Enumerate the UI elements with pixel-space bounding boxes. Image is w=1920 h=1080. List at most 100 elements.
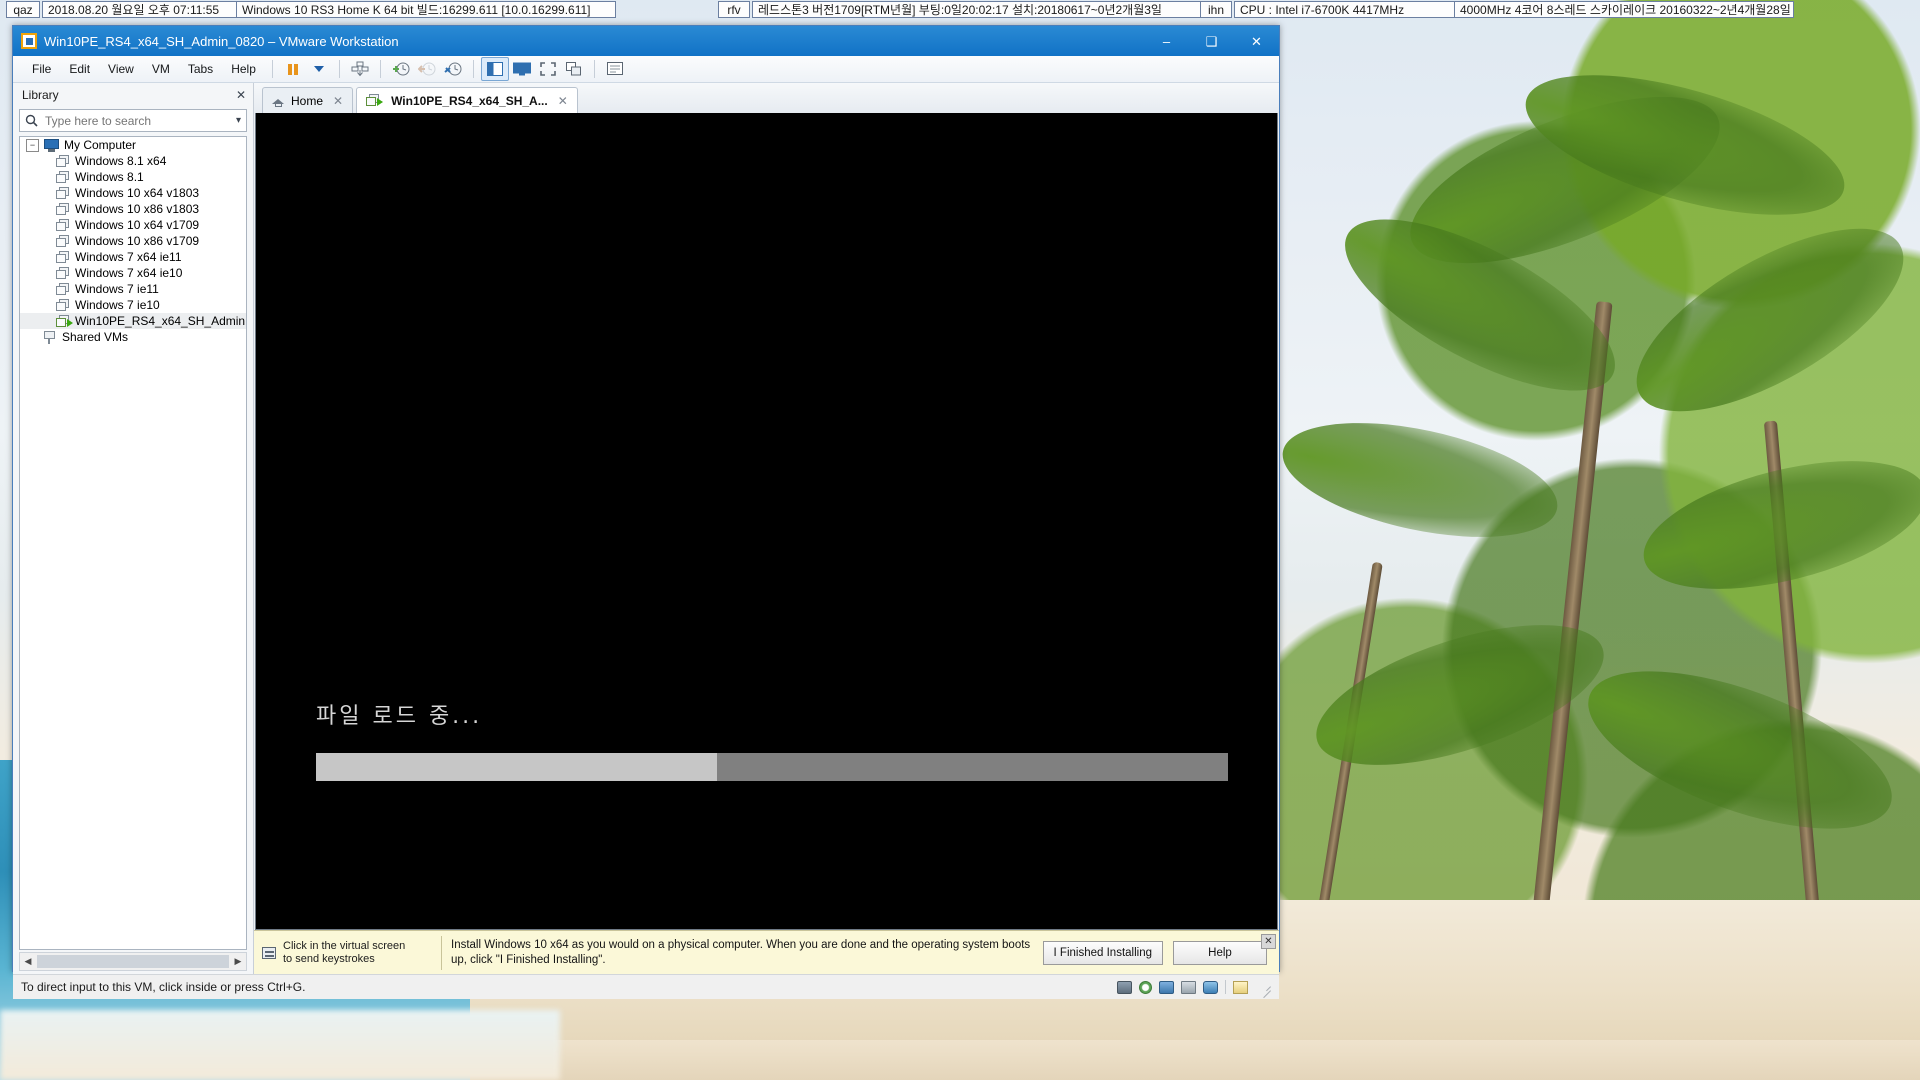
toolbar-separator bbox=[271, 60, 273, 78]
computer-icon bbox=[44, 138, 59, 152]
library-tree-item[interactable]: Windows 7 ie10 bbox=[20, 297, 246, 313]
take-snapshot-button[interactable] bbox=[388, 58, 414, 80]
tree-expander[interactable] bbox=[26, 332, 37, 343]
send-ctrl-alt-del-button[interactable] bbox=[347, 58, 373, 80]
vm-library-tree[interactable]: − My Computer Windows 8.1 x64 Windows 8.1 Wi… bbox=[19, 136, 247, 950]
snapshot-manage-icon bbox=[444, 62, 462, 76]
fullscreen-icon bbox=[540, 62, 556, 76]
power-dropdown[interactable] bbox=[306, 58, 332, 80]
window-title-bar[interactable]: Win10PE_RS4_x64_SH_Admin_0820 – VMware W… bbox=[13, 26, 1279, 56]
pause-icon bbox=[287, 64, 298, 75]
network-adapter-icon[interactable] bbox=[1159, 980, 1174, 994]
scroll-left-arrow[interactable]: ◀ bbox=[20, 954, 36, 969]
library-horizontal-scrollbar[interactable]: ◀ ▶ bbox=[19, 952, 247, 971]
sidebar-icon bbox=[486, 62, 503, 76]
library-tree-item[interactable]: Windows 7 ie11 bbox=[20, 281, 246, 297]
library-search-box[interactable]: ▾ bbox=[19, 109, 247, 132]
menu-vm[interactable]: VM bbox=[143, 59, 179, 79]
minimize-icon: – bbox=[1162, 33, 1171, 49]
library-tree-item[interactable]: − My Computer bbox=[20, 137, 246, 153]
console-view-button[interactable] bbox=[509, 58, 535, 80]
message-close-button[interactable]: ✕ bbox=[1261, 934, 1276, 949]
library-tree-item-label: Windows 8.1 x64 bbox=[75, 154, 167, 168]
wallpaper-surf bbox=[0, 1010, 560, 1080]
menu-file[interactable]: File bbox=[23, 59, 60, 79]
menu-tabs[interactable]: Tabs bbox=[179, 59, 222, 79]
keystroke-hint-line2: to send keystrokes bbox=[283, 952, 375, 965]
printer-icon[interactable] bbox=[1181, 980, 1196, 994]
vm-tab[interactable]: Win10PE_RS4_x64_SH_A... ✕ bbox=[356, 87, 578, 113]
library-tree-item[interactable]: Windows 10 x86 v1803 bbox=[20, 201, 246, 217]
library-tree-item[interactable]: Windows 7 x64 ie10 bbox=[20, 265, 246, 281]
i-finished-installing-button[interactable]: I Finished Installing bbox=[1042, 940, 1163, 965]
fullscreen-button[interactable] bbox=[535, 58, 561, 80]
vm-running-icon bbox=[366, 94, 384, 107]
message-divider bbox=[441, 935, 442, 970]
library-tree-item[interactable]: Windows 8.1 x64 bbox=[20, 153, 246, 169]
help-button[interactable]: Help bbox=[1173, 940, 1267, 965]
suspend-button[interactable] bbox=[280, 58, 306, 80]
play-badge-icon bbox=[67, 318, 73, 327]
tree-expander[interactable]: − bbox=[26, 138, 39, 152]
menu-help[interactable]: Help bbox=[222, 59, 265, 79]
info-chip-value: 4000MHz 4코어 8스레드 스카이레이크 20160322~2년4개월28… bbox=[1454, 1, 1794, 18]
revert-snapshot-button[interactable] bbox=[414, 58, 440, 80]
library-tree-item-label: Windows 10 x86 v1709 bbox=[75, 234, 200, 248]
library-tree-item[interactable]: Shared VMs bbox=[20, 329, 246, 345]
message-text: Install Windows 10 x64 as you would on a… bbox=[451, 938, 1031, 966]
menu-edit[interactable]: Edit bbox=[60, 59, 99, 79]
message-log-icon[interactable] bbox=[1233, 980, 1248, 994]
vm-tab[interactable]: Home ✕ bbox=[262, 87, 354, 113]
library-panel: Library ✕ ▾ − My Computer Windows 8.1 x64 W… bbox=[13, 83, 254, 974]
library-tree-item[interactable]: Windows 8.1 bbox=[20, 169, 246, 185]
library-tree-item-label: Shared VMs bbox=[62, 330, 129, 344]
scrollbar-thumb[interactable] bbox=[37, 955, 229, 968]
toolbar-separator bbox=[472, 60, 474, 78]
show-library-button[interactable] bbox=[480, 57, 509, 81]
vm-icon bbox=[56, 234, 70, 248]
cd-dvd-icon[interactable] bbox=[1139, 980, 1152, 994]
vm-icon bbox=[56, 218, 70, 232]
library-tree-item[interactable]: Windows 10 x64 v1803 bbox=[20, 185, 246, 201]
close-button[interactable]: ✕ bbox=[1234, 26, 1279, 56]
usb-icon[interactable] bbox=[1203, 980, 1218, 994]
minimize-button[interactable]: – bbox=[1144, 26, 1189, 56]
vm-icon bbox=[56, 170, 70, 184]
hard-disk-icon[interactable] bbox=[1117, 980, 1132, 994]
resize-grip[interactable] bbox=[1259, 981, 1271, 993]
scroll-right-arrow[interactable]: ▶ bbox=[230, 954, 246, 969]
vm-icon bbox=[56, 186, 70, 200]
vm-tab-label: Win10PE_RS4_x64_SH_A... bbox=[391, 93, 548, 108]
maximize-button[interactable]: ❑ bbox=[1189, 26, 1234, 56]
chevron-down-icon[interactable]: ▾ bbox=[236, 115, 241, 126]
tab-close-icon[interactable]: ✕ bbox=[558, 94, 568, 108]
preferences-button[interactable] bbox=[602, 58, 628, 80]
tab-close-icon[interactable]: ✕ bbox=[333, 94, 343, 108]
unity-icon bbox=[565, 62, 581, 76]
manage-snapshots-button[interactable] bbox=[440, 58, 466, 80]
library-tree-item[interactable]: Windows 7 x64 ie11 bbox=[20, 249, 246, 265]
play-badge-icon bbox=[377, 98, 384, 106]
library-tree-item[interactable]: Windows 10 x64 v1709 bbox=[20, 217, 246, 233]
info-chip-key: ihn bbox=[1200, 1, 1232, 18]
vmware-icon bbox=[21, 33, 37, 49]
library-tree-item-label: Windows 10 x64 v1803 bbox=[75, 186, 200, 200]
library-tree-item-label: Windows 7 ie11 bbox=[75, 282, 159, 296]
library-tree-item-label: Windows 10 x64 v1709 bbox=[75, 218, 200, 232]
maximize-icon: ❑ bbox=[1205, 33, 1218, 49]
unity-button[interactable] bbox=[561, 58, 587, 80]
menu-view[interactable]: View bbox=[99, 59, 143, 79]
info-chip-value: Windows 10 RS3 Home K 64 bit 빌드:16299.61… bbox=[236, 1, 616, 18]
library-tree-item-label: My Computer bbox=[64, 138, 137, 152]
vm-console-screen[interactable]: 파일 로드 중... bbox=[255, 113, 1278, 930]
menu-bar: File Edit View VM Tabs Help bbox=[13, 56, 1279, 83]
info-chip-key: rfv bbox=[718, 1, 750, 18]
search-input[interactable] bbox=[43, 112, 236, 129]
vm-progress-fill bbox=[316, 753, 718, 781]
library-tree-item[interactable]: Win10PE_RS4_x64_SH_Admin bbox=[20, 313, 246, 329]
library-tree-item-label: Win10PE_RS4_x64_SH_Admin bbox=[75, 314, 246, 328]
library-close-button[interactable]: ✕ bbox=[236, 88, 246, 102]
library-tree-item[interactable]: Windows 10 x86 v1709 bbox=[20, 233, 246, 249]
close-icon: ✕ bbox=[1251, 33, 1262, 49]
send-keys-icon bbox=[351, 61, 369, 77]
